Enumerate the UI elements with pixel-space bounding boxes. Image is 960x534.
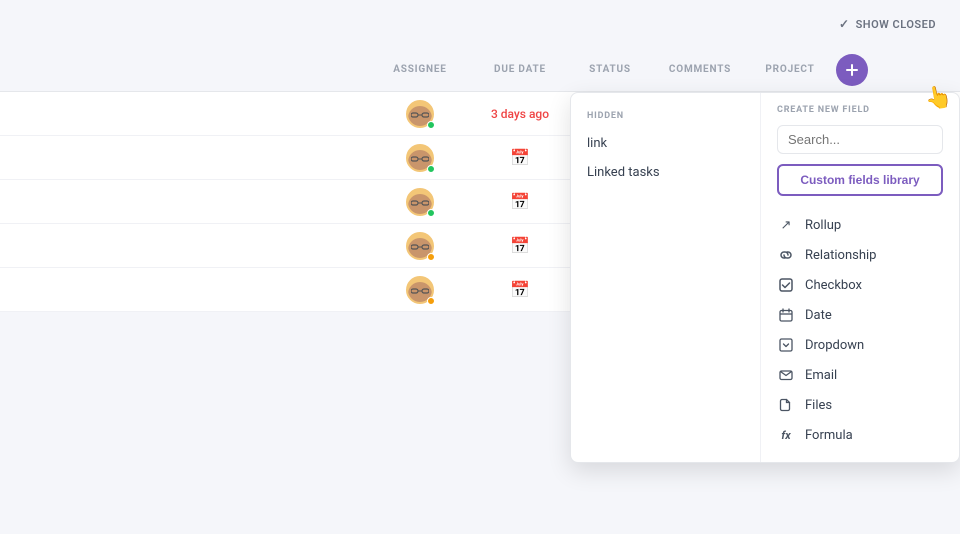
dropdown-row: HIDDEN link Linked tasks CREATE NEW FIEL… xyxy=(571,93,959,462)
status-dot xyxy=(427,165,435,173)
files-svg-icon xyxy=(779,398,793,412)
calendar-icon: 📅 xyxy=(510,192,530,211)
create-section-label: CREATE NEW FIELD xyxy=(777,105,943,115)
top-bar: ✓ SHOW CLOSED xyxy=(0,0,960,48)
link-label: link xyxy=(587,136,607,151)
show-closed-toggle[interactable]: ✓ SHOW CLOSED xyxy=(839,17,936,31)
custom-fields-library-button[interactable]: Custom fields library xyxy=(777,164,943,196)
field-item-email[interactable]: Email xyxy=(777,360,943,390)
files-label: Files xyxy=(805,398,832,413)
due-date-cell: 📅 xyxy=(470,280,570,299)
avatar-wrap xyxy=(406,100,434,128)
assignee-cell xyxy=(370,100,470,128)
field-dropdown: HIDDEN link Linked tasks CREATE NEW FIEL… xyxy=(570,92,960,463)
col-add-header xyxy=(830,54,874,86)
due-date-cell: 3 days ago xyxy=(470,107,570,121)
date-label: Date xyxy=(805,308,832,323)
dropdown-svg-icon xyxy=(779,338,793,352)
due-date-cell: 📅 xyxy=(470,236,570,255)
field-item-formula[interactable]: fx Formula xyxy=(777,420,943,450)
status-dot xyxy=(427,121,435,129)
plus-icon xyxy=(845,63,859,77)
formula-icon: fx xyxy=(777,426,795,444)
due-date-text: 3 days ago xyxy=(491,107,549,121)
dropdown-item-link[interactable]: link xyxy=(571,129,760,158)
assignee-cell xyxy=(370,232,470,260)
glasses-icon xyxy=(411,244,429,250)
date-icon xyxy=(777,306,795,324)
checkbox-svg-icon xyxy=(779,278,793,292)
avatar-wrap xyxy=(406,276,434,304)
avatar-wrap xyxy=(406,232,434,260)
glasses-icon xyxy=(411,156,429,162)
due-date-cell: 📅 xyxy=(470,192,570,211)
dropdown-icon xyxy=(777,336,795,354)
dropdown-create-section: CREATE NEW FIELD Custom fields library ↗… xyxy=(761,93,959,462)
cursor-pointer: 👆 xyxy=(923,84,954,113)
table-header: ASSIGNEE DUE DATE STATUS COMMENTS PROJEC… xyxy=(0,48,960,92)
col-assignee-header: ASSIGNEE xyxy=(370,64,470,75)
show-closed-label: SHOW CLOSED xyxy=(856,18,936,31)
field-item-dropdown[interactable]: Dropdown xyxy=(777,330,943,360)
dropdown-hidden-section: HIDDEN link Linked tasks xyxy=(571,93,761,462)
field-item-relationship[interactable]: Relationship xyxy=(777,240,943,270)
glasses-icon xyxy=(411,200,429,206)
field-item-rollup[interactable]: ↗ Rollup xyxy=(777,210,943,240)
status-dot xyxy=(427,297,435,305)
glasses-icon xyxy=(411,112,429,118)
avatar-wrap xyxy=(406,144,434,172)
linked-tasks-label: Linked tasks xyxy=(587,165,660,180)
calendar-icon: 📅 xyxy=(510,280,530,299)
col-project-header: PROJECT xyxy=(750,64,830,75)
assignee-cell xyxy=(370,188,470,216)
assignee-cell xyxy=(370,276,470,304)
calendar-svg-icon xyxy=(779,308,793,322)
formula-label: Formula xyxy=(805,428,853,443)
col-status-header: STATUS xyxy=(570,64,650,75)
files-icon xyxy=(777,396,795,414)
email-icon xyxy=(777,366,795,384)
status-dot xyxy=(427,209,435,217)
dropdown-item-linked-tasks[interactable]: Linked tasks xyxy=(571,158,760,187)
checkmark-icon: ✓ xyxy=(839,17,850,31)
checkbox-label: Checkbox xyxy=(805,278,862,293)
rollup-icon: ↗ xyxy=(777,216,795,234)
email-label: Email xyxy=(805,368,837,383)
calendar-icon: 📅 xyxy=(510,236,530,255)
col-comments-header: COMMENTS xyxy=(650,64,750,75)
calendar-icon: 📅 xyxy=(510,148,530,167)
col-duedate-header: DUE DATE xyxy=(470,64,570,75)
checkbox-icon xyxy=(777,276,795,294)
add-column-button[interactable] xyxy=(836,54,868,86)
field-item-checkbox[interactable]: Checkbox xyxy=(777,270,943,300)
avatar-wrap xyxy=(406,188,434,216)
field-item-date[interactable]: Date xyxy=(777,300,943,330)
link-chain-icon xyxy=(779,248,793,262)
hidden-section-label: HIDDEN xyxy=(571,105,760,129)
field-item-files[interactable]: Files xyxy=(777,390,943,420)
due-date-cell: 📅 xyxy=(470,148,570,167)
rollup-label: Rollup xyxy=(805,218,841,233)
relationship-label: Relationship xyxy=(805,248,876,263)
assignee-cell xyxy=(370,144,470,172)
field-search-input[interactable] xyxy=(777,125,943,154)
glasses-icon xyxy=(411,288,429,294)
dropdown-label: Dropdown xyxy=(805,338,864,353)
status-dot xyxy=(427,253,435,261)
relationship-icon xyxy=(777,246,795,264)
email-svg-icon xyxy=(779,368,793,382)
